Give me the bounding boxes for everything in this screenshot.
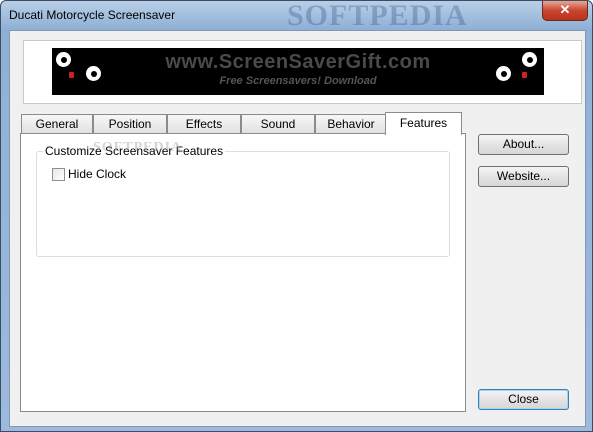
banner-frame: www.ScreenSaverGift.com Free Screensaver… — [23, 40, 582, 104]
tab-behavior[interactable]: Behavior — [315, 114, 387, 134]
group-label: Customize Screensaver Features — [43, 144, 226, 158]
window-title: Ducati Motorcycle Screensaver — [9, 8, 176, 22]
title-watermark: SOFTPEDIA — [287, 0, 468, 32]
close-icon: ✕ — [559, 2, 571, 17]
checkbox-box[interactable] — [52, 168, 65, 181]
hide-clock-label[interactable]: Hide Clock — [68, 167, 126, 181]
title-bar[interactable]: Ducati Motorcycle Screensaver SOFTPEDIA … — [1, 0, 592, 32]
banner-subtitle: Free Screensavers! Download — [219, 75, 377, 87]
features-tab-panel: SOFTPEDIA Customize Screensaver Features… — [20, 133, 466, 412]
tab-features[interactable]: Features — [385, 112, 462, 135]
close-button[interactable]: Close — [478, 389, 569, 410]
dialog-client-area: www.ScreenSaverGift.com Free Screensaver… — [9, 30, 586, 427]
window-close-button[interactable]: ✕ — [542, 1, 588, 21]
ad-banner[interactable]: www.ScreenSaverGift.com Free Screensaver… — [52, 48, 544, 95]
app-window: Ducati Motorcycle Screensaver SOFTPEDIA … — [0, 0, 593, 432]
tab-sound[interactable]: Sound — [241, 114, 315, 134]
website-button[interactable]: Website... — [478, 166, 569, 187]
customize-features-group: Customize Screensaver Features Hide Cloc… — [36, 144, 450, 257]
tab-effects[interactable]: Effects — [167, 114, 241, 134]
tab-strip: General Position Effects Sound Behavior … — [20, 112, 470, 135]
tab-position[interactable]: Position — [93, 114, 167, 134]
tab-general[interactable]: General — [21, 114, 93, 134]
about-button[interactable]: About... — [478, 134, 569, 155]
banner-headline: www.ScreenSaverGift.com — [165, 51, 431, 73]
